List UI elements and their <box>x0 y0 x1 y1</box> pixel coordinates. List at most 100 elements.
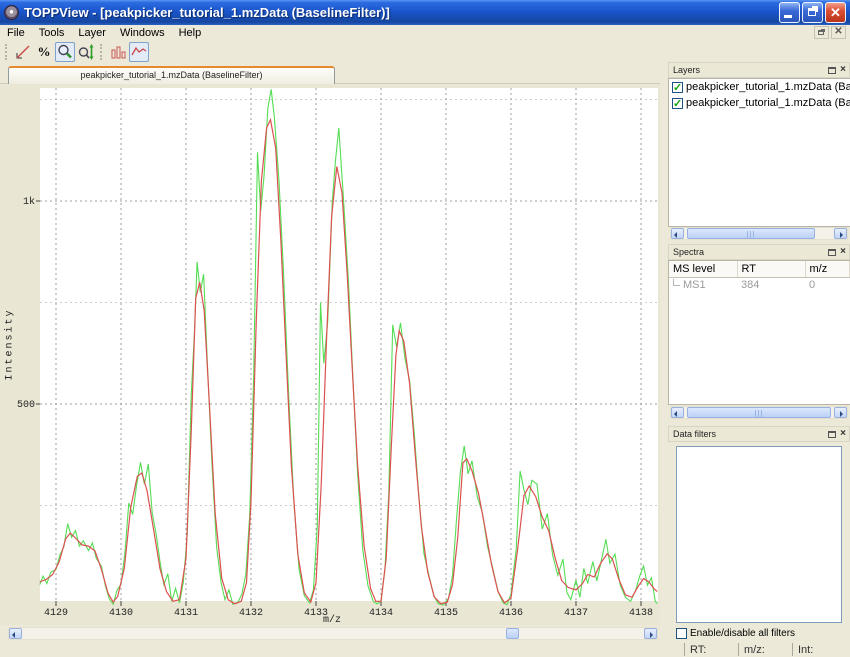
status-int: Int: <box>792 643 846 656</box>
reset-zoom-icon <box>14 43 32 61</box>
col-ms-level[interactable]: MS level <box>669 261 737 277</box>
peaks-draw-mode-button[interactable] <box>108 42 128 62</box>
window-title: TOPPView - [peakpicker_tutorial_1.mzData… <box>24 5 779 20</box>
svg-text:4136: 4136 <box>499 608 523 619</box>
svg-text:4138: 4138 <box>629 608 653 619</box>
spectra-table-wrap: MS level RT m/z MS1 384 0 <box>668 260 850 405</box>
status-bar: RT: m/z: Int: <box>684 643 850 657</box>
layers-h-scrollbar-thumb[interactable] <box>687 228 815 239</box>
tree-branch-icon <box>673 279 680 286</box>
layers-float-icon[interactable] <box>828 67 836 74</box>
layers-panel-header[interactable]: Layers × <box>668 62 850 78</box>
spectra-header-row: MS level RT m/z <box>669 261 850 277</box>
svg-text:1k: 1k <box>23 196 35 208</box>
layer-item[interactable]: peakpicker_tutorial_1.mzData (BaselineFi… <box>669 79 850 95</box>
menu-bar: File Tools Layer Windows Help ✕ <box>0 25 850 41</box>
scroll-right-button[interactable] <box>834 228 847 239</box>
table-row[interactable]: MS1 384 0 <box>669 277 850 292</box>
spectra-h-scrollbar[interactable] <box>670 406 848 419</box>
layer-label: peakpicker_tutorial_1.mzData (BaselineFi… <box>686 81 850 93</box>
title-bar[interactable]: TOPPView - [peakpicker_tutorial_1.mzData… <box>0 0 850 25</box>
reset-zoom-button[interactable] <box>13 42 33 62</box>
zoom-tool-icon <box>56 43 74 61</box>
data-filters-panel-title: Data filters <box>673 429 716 439</box>
data-filters-list[interactable] <box>676 446 842 623</box>
layer-checkbox-checked[interactable] <box>672 98 683 109</box>
arrow-left-icon <box>674 232 677 238</box>
scroll-right-button[interactable] <box>644 628 657 639</box>
data-filters-float-icon[interactable] <box>828 431 836 438</box>
spectra-panel-header[interactable]: Spectra × <box>668 244 850 260</box>
plot-h-scrollbar[interactable] <box>8 627 658 640</box>
cell-mz: 0 <box>805 277 850 292</box>
arrow-left-icon <box>12 632 15 638</box>
col-rt[interactable]: RT <box>737 261 805 277</box>
scroll-left-button[interactable] <box>671 407 684 418</box>
status-mz: m/z: <box>738 643 792 656</box>
scroll-right-button[interactable] <box>834 407 847 418</box>
svg-text:4129: 4129 <box>44 608 68 619</box>
scroll-left-button[interactable] <box>671 228 684 239</box>
plot-h-scrollbar-thumb[interactable] <box>506 628 519 639</box>
minimize-icon <box>784 15 792 18</box>
layers-h-scrollbar[interactable] <box>670 227 848 240</box>
menu-file[interactable]: File <box>0 26 32 40</box>
profile-draw-mode-icon <box>130 43 148 61</box>
peaks-draw-mode-icon <box>109 43 127 61</box>
mdi-close-icon: ✕ <box>832 26 845 37</box>
layers-list: peakpicker_tutorial_1.mzData (BaselineFi… <box>668 78 850 227</box>
toolbar-grip[interactable] <box>100 44 104 60</box>
layer-label: peakpicker_tutorial_1.mzData (BaselineFi… <box>686 97 850 109</box>
spectrum-canvas[interactable]: 5001k41294130413141324133413441354136413… <box>0 84 660 625</box>
data-filters-panel-header[interactable]: Data filters × <box>668 426 850 442</box>
menu-windows[interactable]: Windows <box>113 26 172 40</box>
spectra-close-icon[interactable]: × <box>840 247 846 257</box>
close-icon: ✕ <box>826 4 845 21</box>
arrow-left-icon <box>674 411 677 417</box>
intensity-percent-icon: % <box>38 44 51 60</box>
svg-text:4132: 4132 <box>239 608 263 619</box>
spectrum-svg: 5001k41294130413141324133413441354136413… <box>0 84 658 625</box>
profile-draw-mode-button[interactable] <box>129 42 149 62</box>
svg-text:4130: 4130 <box>109 608 133 619</box>
enable-filters-row: Enable/disable all filters <box>676 628 795 639</box>
x-axis-label: m/z <box>300 615 364 626</box>
status-rt: RT: <box>684 643 738 656</box>
tab-spectrum[interactable]: peakpicker_tutorial_1.mzData (BaselineFi… <box>8 66 335 84</box>
menu-help[interactable]: Help <box>172 26 209 40</box>
zoom-1d-icon <box>77 43 95 61</box>
enable-filters-checkbox[interactable] <box>676 628 687 639</box>
layers-close-icon[interactable]: × <box>840 65 846 75</box>
menu-tools[interactable]: Tools <box>32 26 72 40</box>
arrow-right-icon <box>840 411 843 417</box>
mdi-restore-button[interactable] <box>814 26 829 39</box>
enable-filters-label: Enable/disable all filters <box>690 628 795 639</box>
col-mz[interactable]: m/z <box>805 261 850 277</box>
toolbar: % <box>0 41 850 63</box>
minimize-button[interactable] <box>779 2 800 23</box>
y-axis-label: Intensity <box>5 250 16 440</box>
svg-text:4137: 4137 <box>564 608 588 619</box>
cell-rt: 384 <box>737 277 805 292</box>
menu-layer[interactable]: Layer <box>71 26 113 40</box>
intensity-percent-button[interactable]: % <box>34 42 54 62</box>
svg-text:500: 500 <box>17 400 35 411</box>
data-filters-close-icon[interactable]: × <box>840 429 846 439</box>
spectra-float-icon[interactable] <box>828 249 836 256</box>
restore-button[interactable] <box>802 2 823 23</box>
zoom-tool-button[interactable] <box>55 42 75 62</box>
svg-text:4135: 4135 <box>434 608 458 619</box>
scroll-left-button[interactable] <box>9 628 22 639</box>
arrow-right-icon <box>650 632 653 638</box>
layer-item[interactable]: peakpicker_tutorial_1.mzData (BaselineFi… <box>669 95 850 111</box>
close-button[interactable]: ✕ <box>825 2 846 23</box>
toolbar-grip[interactable] <box>5 44 9 60</box>
layer-checkbox-checked[interactable] <box>672 82 683 93</box>
layers-panel-title: Layers <box>673 65 700 75</box>
restore-icon <box>808 8 816 16</box>
arrow-right-icon <box>840 232 843 238</box>
mdi-close-button[interactable]: ✕ <box>831 26 846 39</box>
spectra-h-scrollbar-thumb[interactable] <box>687 407 831 418</box>
zoom-1d-button[interactable] <box>76 42 96 62</box>
spectra-panel-title: Spectra <box>673 247 704 257</box>
